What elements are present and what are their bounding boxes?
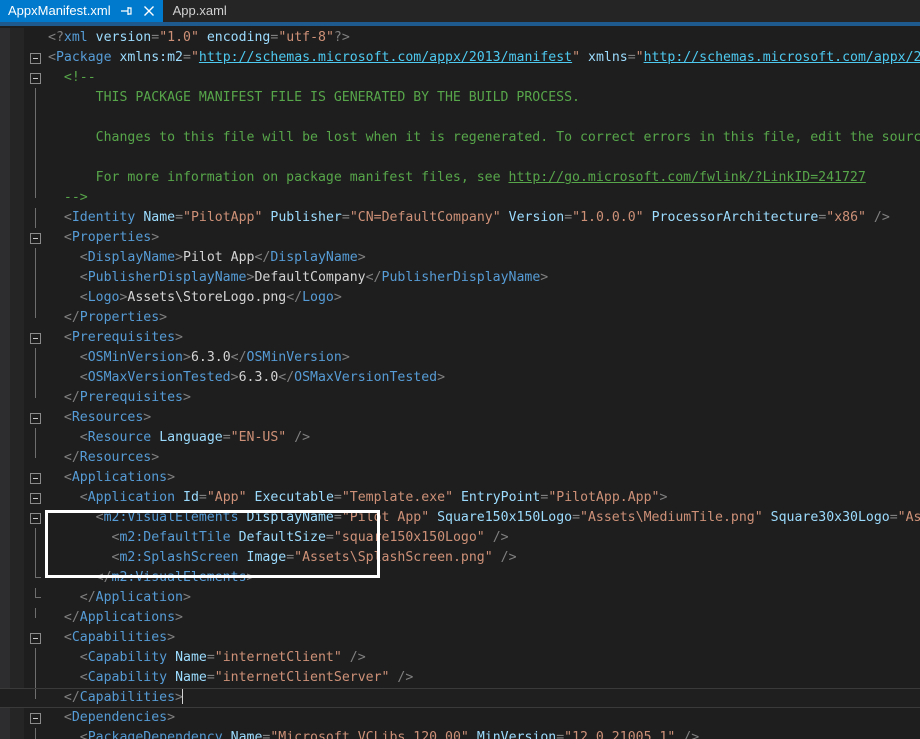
outline-tick bbox=[35, 597, 41, 598]
outline-guide bbox=[35, 728, 36, 739]
outline-guide bbox=[35, 208, 36, 228]
tab-appxmanifest-xml[interactable]: AppxManifest.xml bbox=[0, 0, 163, 22]
code-line[interactable]: <m2:VisualElements DisplayName="Pilot Ap… bbox=[0, 508, 920, 528]
outline-guide bbox=[35, 188, 36, 198]
code-line[interactable]: </Application> bbox=[0, 588, 920, 608]
outline-tick bbox=[35, 577, 41, 578]
code-line[interactable]: <Identity Name="PilotApp" Publisher="CN=… bbox=[0, 208, 920, 228]
code-line[interactable]: <Logo>Assets\StoreLogo.png</Logo> bbox=[0, 288, 920, 308]
code-line[interactable]: THIS PACKAGE MANIFEST FILE IS GENERATED … bbox=[0, 88, 920, 108]
outline-guide bbox=[35, 88, 36, 108]
pin-icon[interactable] bbox=[118, 3, 134, 19]
outline-guide bbox=[35, 689, 36, 699]
outline-collapse-icon[interactable] bbox=[30, 73, 41, 84]
outline-collapse-icon[interactable] bbox=[30, 713, 41, 724]
outline-guide bbox=[35, 668, 36, 688]
code-line[interactable]: For more information on package manifest… bbox=[0, 168, 920, 188]
outline-guide bbox=[35, 348, 36, 368]
outline-guide bbox=[35, 528, 36, 548]
outline-guide bbox=[35, 428, 36, 448]
code-line[interactable]: <m2:SplashScreen Image="Assets\SplashScr… bbox=[0, 548, 920, 568]
code-line[interactable]: <?xml version="1.0" encoding="utf-8"?> bbox=[0, 28, 920, 48]
code-line[interactable]: <Capabilities> bbox=[0, 628, 920, 648]
text-caret bbox=[182, 689, 183, 704]
code-line[interactable]: <m2:DefaultTile DefaultSize="square150x1… bbox=[0, 528, 920, 548]
outline-collapse-icon[interactable] bbox=[30, 493, 41, 504]
code-line[interactable]: <Capability Name="internetClientServer" … bbox=[0, 668, 920, 688]
code-line[interactable]: --> bbox=[0, 188, 920, 208]
code-line[interactable]: <Package xmlns:m2="http://schemas.micros… bbox=[0, 48, 920, 68]
code-line[interactable]: <OSMinVersion>6.3.0</OSMinVersion> bbox=[0, 348, 920, 368]
code-line[interactable]: </m2:VisualElements> bbox=[0, 568, 920, 588]
outline-guide bbox=[35, 608, 36, 618]
code-line[interactable] bbox=[0, 148, 920, 168]
code-line[interactable]: <Applications> bbox=[0, 468, 920, 488]
outline-guide bbox=[35, 388, 36, 398]
code-line[interactable]: <DisplayName>Pilot App</DisplayName> bbox=[0, 248, 920, 268]
outline-guide bbox=[35, 248, 36, 268]
code-line[interactable]: <Resource Language="EN-US" /> bbox=[0, 428, 920, 448]
outline-collapse-icon[interactable] bbox=[30, 413, 41, 424]
code-line[interactable]: </Applications> bbox=[0, 608, 920, 628]
code-line[interactable]: </Prerequisites> bbox=[0, 388, 920, 408]
tab-label: App.xaml bbox=[172, 3, 227, 18]
code-line[interactable]: <Resources> bbox=[0, 408, 920, 428]
outline-guide bbox=[35, 308, 36, 318]
outline-guide bbox=[35, 108, 36, 128]
tab-label: AppxManifest.xml bbox=[8, 3, 111, 18]
outline-collapse-icon[interactable] bbox=[30, 333, 41, 344]
code-editor[interactable]: <?xml version="1.0" encoding="utf-8"?> <… bbox=[0, 28, 920, 739]
code-line[interactable]: <PublisherDisplayName>DefaultCompany</Pu… bbox=[0, 268, 920, 288]
outline-collapse-icon[interactable] bbox=[30, 633, 41, 644]
outline-collapse-icon[interactable] bbox=[30, 513, 41, 524]
code-line[interactable]: <!-- bbox=[0, 68, 920, 88]
outline-guide bbox=[35, 168, 36, 188]
code-line[interactable] bbox=[0, 108, 920, 128]
code-line[interactable]: <Dependencies> bbox=[0, 708, 920, 728]
outline-guide bbox=[35, 548, 36, 568]
outline-guide bbox=[35, 128, 36, 148]
outline-guide bbox=[35, 268, 36, 288]
code-line-current[interactable]: </Capabilities> bbox=[0, 688, 920, 708]
code-line[interactable]: <Application Id="App" Executable="Templa… bbox=[0, 488, 920, 508]
code-line[interactable]: </Properties> bbox=[0, 308, 920, 328]
outline-guide bbox=[35, 148, 36, 168]
code-line[interactable]: <OSMaxVersionTested>6.3.0</OSMaxVersionT… bbox=[0, 368, 920, 388]
outline-collapse-icon[interactable] bbox=[30, 233, 41, 244]
document-tab-strip: AppxManifest.xml App.xaml bbox=[0, 0, 920, 22]
outline-guide bbox=[35, 648, 36, 668]
outline-guide bbox=[35, 448, 36, 458]
tab-app-xaml[interactable]: App.xaml bbox=[162, 0, 233, 22]
outline-collapse-icon[interactable] bbox=[30, 473, 41, 484]
code-line[interactable]: <Capability Name="internetClient" /> bbox=[0, 648, 920, 668]
code-line[interactable]: <Prerequisites> bbox=[0, 328, 920, 348]
outline-collapse-icon[interactable] bbox=[30, 53, 41, 64]
code-line[interactable]: </Resources> bbox=[0, 448, 920, 468]
outline-guide bbox=[35, 368, 36, 388]
outline-guide bbox=[35, 288, 36, 308]
code-line[interactable]: Changes to this file will be lost when i… bbox=[0, 128, 920, 148]
code-line[interactable]: <Properties> bbox=[0, 228, 920, 248]
close-icon[interactable] bbox=[141, 3, 157, 19]
code-line[interactable]: <PackageDependency Name="Microsoft.VCLib… bbox=[0, 728, 920, 739]
code-text-area[interactable]: <?xml version="1.0" encoding="utf-8"?> <… bbox=[0, 28, 920, 739]
